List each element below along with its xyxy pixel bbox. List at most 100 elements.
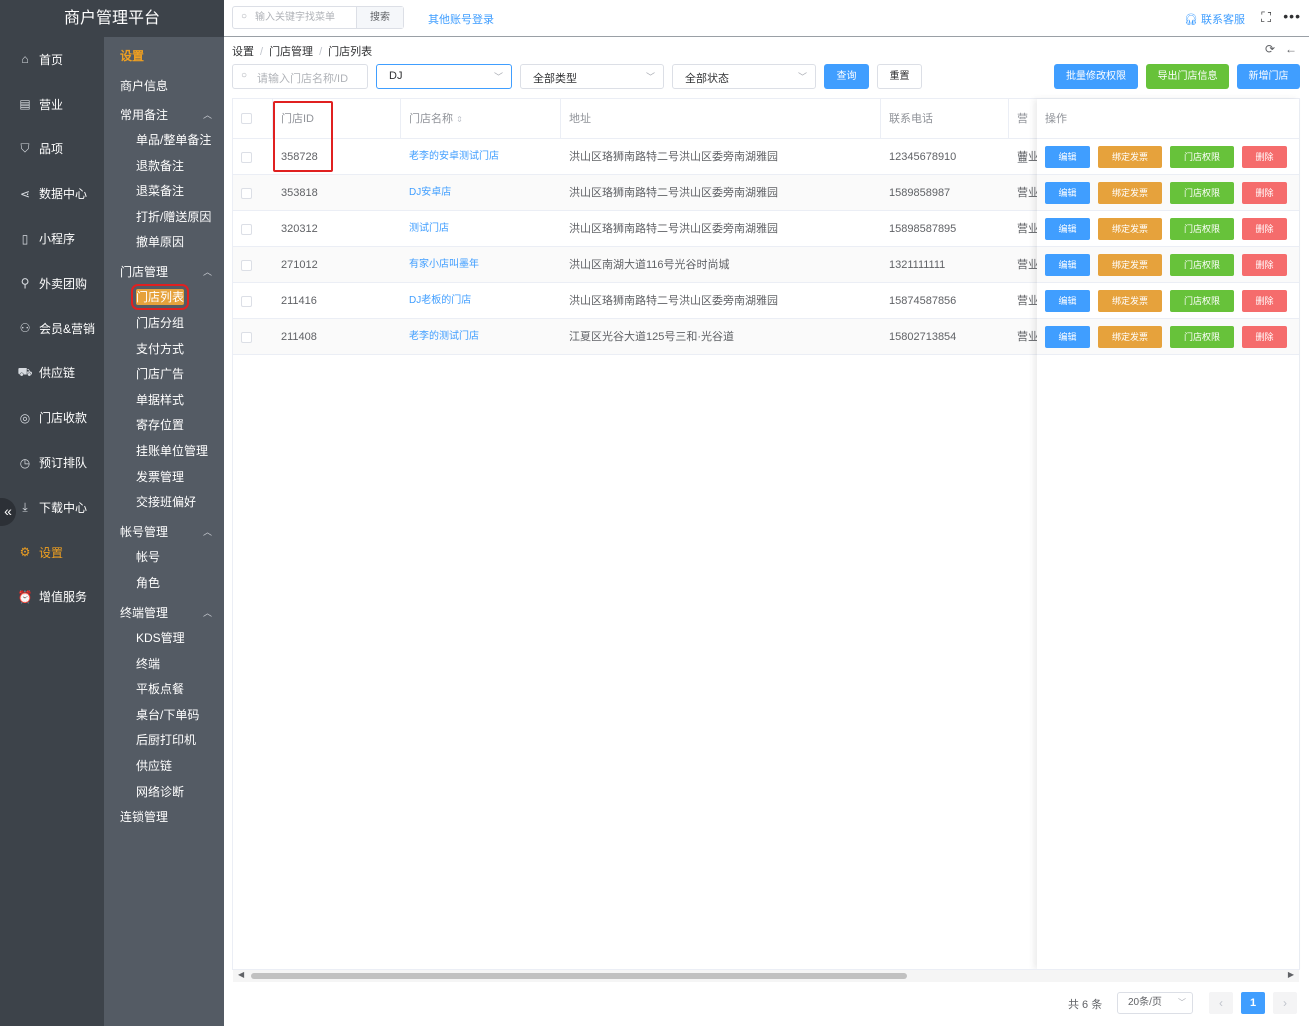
edit-button[interactable]: 编辑 <box>1045 146 1090 168</box>
row-checkbox[interactable] <box>241 260 252 271</box>
nav-subitem[interactable]: 交接班偏好 <box>104 490 224 516</box>
store-permission-button[interactable]: 门店权限 <box>1170 290 1234 312</box>
edit-button[interactable]: 编辑 <box>1045 182 1090 204</box>
cell-name[interactable]: 老李的测试门店 <box>401 319 561 355</box>
nav-subitem[interactable]: 单品/整单备注 <box>104 128 224 154</box>
bind-invoice-button[interactable]: 绑定发票 <box>1098 218 1162 240</box>
query-button[interactable]: 查询 <box>824 64 869 89</box>
fullscreen-icon[interactable]: ⛶ <box>1261 9 1271 26</box>
store-permission-button[interactable]: 门店权限 <box>1170 182 1234 204</box>
nav-subitem[interactable]: 退款备注 <box>104 154 224 180</box>
row-checkbox[interactable] <box>241 332 252 343</box>
page-number[interactable]: 1 <box>1241 992 1265 1014</box>
nav-item-bag[interactable]: ⛉ 品项 <box>0 127 104 172</box>
nav-item-share[interactable]: ⋖ 数据中心 <box>0 171 104 216</box>
nav-item-bike[interactable]: ⚲ 外卖团购 <box>0 261 104 306</box>
bind-invoice-button[interactable]: 绑定发票 <box>1098 290 1162 312</box>
nav-item-clock[interactable]: ◷ 预订排队 <box>0 440 104 485</box>
nav-subitem[interactable]: 帐号 <box>104 545 224 571</box>
delete-button[interactable]: 删除 <box>1242 290 1287 312</box>
menu-search-button[interactable]: 搜索 <box>356 7 403 28</box>
nav-group[interactable]: 门店管理 ︿ <box>104 260 224 286</box>
cell-name[interactable]: 老李的安卓测试门店 <box>401 139 561 175</box>
store-search-input[interactable]: ○ 请输入门店名称/ID <box>232 64 368 89</box>
nav-chain-management[interactable]: 连锁管理 <box>104 805 224 831</box>
horizontal-scrollbar[interactable]: ◀ ▶ <box>233 969 1299 982</box>
bind-invoice-button[interactable]: 绑定发票 <box>1098 254 1162 276</box>
cell-name[interactable]: 有家小店叫墨年 <box>401 247 561 283</box>
row-checkbox[interactable] <box>241 188 252 199</box>
breadcrumb-item[interactable]: 门店管理 <box>269 46 313 58</box>
select-all-checkbox[interactable] <box>241 113 252 124</box>
nav-subitem[interactable]: KDS管理 <box>104 626 224 652</box>
nav-item-alarm[interactable]: ⏰ 增值服务 <box>0 575 104 620</box>
next-page-button[interactable]: › <box>1273 992 1297 1014</box>
prev-page-button[interactable]: ‹ <box>1209 992 1233 1014</box>
sort-icon[interactable]: ⇕ <box>456 115 463 124</box>
nav-subitem[interactable]: 门店列表 <box>104 284 224 311</box>
cell-name[interactable]: DJ安卓店 <box>401 175 561 211</box>
bind-invoice-button[interactable]: 绑定发票 <box>1098 182 1162 204</box>
reset-button[interactable]: 重置 <box>877 64 922 89</box>
row-checkbox[interactable] <box>241 224 252 235</box>
store-permission-button[interactable]: 门店权限 <box>1170 146 1234 168</box>
keyword-select[interactable]: DJ ﹀ <box>376 64 512 89</box>
nav-item-user[interactable]: ⚇ 会员&营销 <box>0 306 104 351</box>
nav-item-phone[interactable]: ▯ 小程序 <box>0 216 104 261</box>
delete-button[interactable]: 删除 <box>1242 326 1287 348</box>
nav-item-calendar[interactable]: ▤ 营业 <box>0 82 104 127</box>
scroll-left-icon[interactable]: ◀ <box>238 970 244 979</box>
cell-name[interactable]: DJ老板的门店 <box>401 283 561 319</box>
col-store-name[interactable]: 门店名称 ⇕ <box>401 99 561 139</box>
scroll-right-icon[interactable]: ▶ <box>1288 970 1294 979</box>
more-icon[interactable]: ••• <box>1283 8 1301 24</box>
nav-group[interactable]: 帐号管理 ︿ <box>104 520 224 546</box>
nav-item-truck[interactable]: ⛟ 供应链 <box>0 351 104 396</box>
nav-group[interactable]: 终端管理 ︿ <box>104 601 224 627</box>
export-stores-button[interactable]: 导出门店信息 <box>1146 64 1229 89</box>
nav-item-home[interactable]: ⌂ 首页 <box>0 37 104 82</box>
status-select[interactable]: 全部状态 ﹀ <box>672 64 816 89</box>
nav-subitem[interactable]: 撤单原因 <box>104 230 224 256</box>
breadcrumb-item[interactable]: 设置 <box>232 46 254 58</box>
nav-subitem[interactable]: 挂账单位管理 <box>104 439 224 465</box>
nav-subitem[interactable]: 终端 <box>104 652 224 678</box>
nav-subitem[interactable]: 寄存位置 <box>104 413 224 439</box>
nav-subitem[interactable]: 供应链 <box>104 754 224 780</box>
back-arrow-icon[interactable]: ← <box>1285 42 1297 56</box>
row-checkbox[interactable] <box>241 152 252 163</box>
nav-merchant-info[interactable]: 商户信息 <box>104 73 224 99</box>
nav-subitem[interactable]: 角色 <box>104 571 224 597</box>
nav-subitem[interactable]: 网络诊断 <box>104 780 224 806</box>
nav-subitem[interactable]: 门店分组 <box>104 311 224 337</box>
edit-button[interactable]: 编辑 <box>1045 290 1090 312</box>
edit-button[interactable]: 编辑 <box>1045 254 1090 276</box>
store-permission-button[interactable]: 门店权限 <box>1170 326 1234 348</box>
store-permission-button[interactable]: 门店权限 <box>1170 218 1234 240</box>
other-account-login-link[interactable]: 其他账号登录 <box>428 11 494 27</box>
edit-button[interactable]: 编辑 <box>1045 326 1090 348</box>
row-checkbox[interactable] <box>241 296 252 307</box>
scrollbar-thumb[interactable] <box>251 973 907 979</box>
type-select[interactable]: 全部类型 ﹀ <box>520 64 664 89</box>
menu-search-input[interactable] <box>255 9 355 26</box>
nav-subitem[interactable]: 门店广告 <box>104 362 224 388</box>
delete-button[interactable]: 删除 <box>1242 218 1287 240</box>
delete-button[interactable]: 删除 <box>1242 146 1287 168</box>
nav-group[interactable]: 常用备注 ︿ <box>104 103 224 129</box>
add-store-button[interactable]: 新增门店 <box>1237 64 1300 89</box>
nav-subitem[interactable]: 发票管理 <box>104 465 224 491</box>
bind-invoice-button[interactable]: 绑定发票 <box>1098 146 1162 168</box>
nav-subitem[interactable]: 支付方式 <box>104 337 224 363</box>
page-size-select[interactable]: 20条/页 ﹀ <box>1117 992 1193 1014</box>
edit-button[interactable]: 编辑 <box>1045 218 1090 240</box>
nav-subitem[interactable]: 桌台/下单码 <box>104 703 224 729</box>
nav-item-coins[interactable]: ◎ 门店收款 <box>0 395 104 440</box>
bind-invoice-button[interactable]: 绑定发票 <box>1098 326 1162 348</box>
batch-permission-button[interactable]: 批量修改权限 <box>1054 64 1138 89</box>
nav-item-download[interactable]: ⤓ 下载中心 <box>0 485 104 530</box>
nav-subitem[interactable]: 单据样式 <box>104 388 224 414</box>
store-permission-button[interactable]: 门店权限 <box>1170 254 1234 276</box>
delete-button[interactable]: 删除 <box>1242 182 1287 204</box>
nav-subitem[interactable]: 打折/赠送原因 <box>104 205 224 231</box>
